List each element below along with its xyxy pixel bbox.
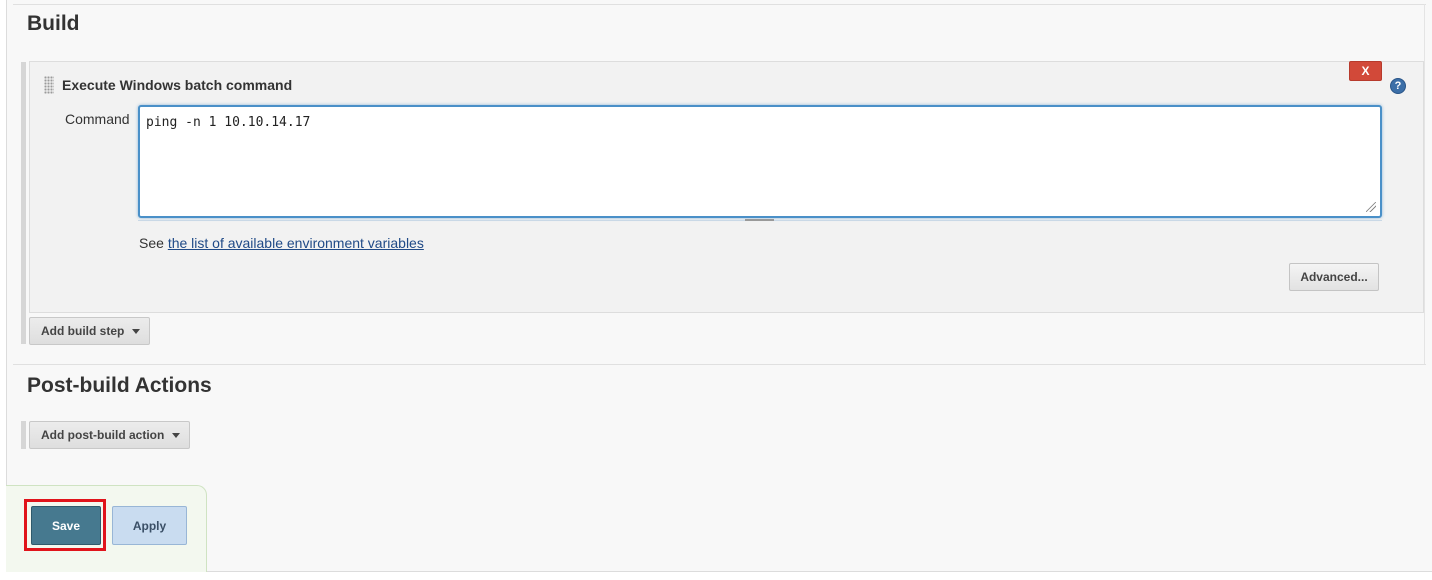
build-step-title: Execute Windows batch command	[62, 77, 293, 93]
advanced-button[interactable]: Advanced...	[1289, 263, 1379, 291]
build-step-panel: Execute Windows batch command X ? Comman…	[29, 61, 1424, 313]
section-divider	[1424, 4, 1425, 364]
caret-down-icon	[172, 433, 180, 438]
help-icon[interactable]: ?	[1390, 78, 1406, 94]
section-divider	[13, 4, 1426, 5]
delete-step-button[interactable]: X	[1349, 61, 1382, 81]
post-build-section-bar	[21, 421, 26, 449]
build-section-heading: Build	[27, 12, 80, 35]
caret-down-icon	[132, 329, 140, 334]
add-build-step-button[interactable]: Add build step	[29, 317, 150, 345]
build-section-bar	[21, 62, 26, 344]
drag-handle-icon[interactable]	[44, 76, 54, 94]
textarea-expand-handle[interactable]	[745, 219, 774, 221]
env-prefix-text: See	[139, 235, 168, 251]
save-button[interactable]: Save	[31, 506, 101, 545]
post-build-section-heading: Post-build Actions	[27, 374, 212, 397]
add-post-build-action-button[interactable]: Add post-build action	[29, 421, 190, 449]
command-label: Command	[65, 111, 130, 127]
add-post-build-label: Add post-build action	[41, 428, 165, 442]
env-variables-hint: See the list of available environment va…	[139, 235, 424, 251]
env-variables-link[interactable]: the list of available environment variab…	[168, 235, 424, 251]
command-textarea[interactable]: ping -n 1 10.10.14.17	[138, 105, 1382, 218]
apply-button[interactable]: Apply	[112, 506, 187, 545]
add-build-step-label: Add build step	[41, 324, 125, 338]
section-divider	[13, 364, 1426, 365]
